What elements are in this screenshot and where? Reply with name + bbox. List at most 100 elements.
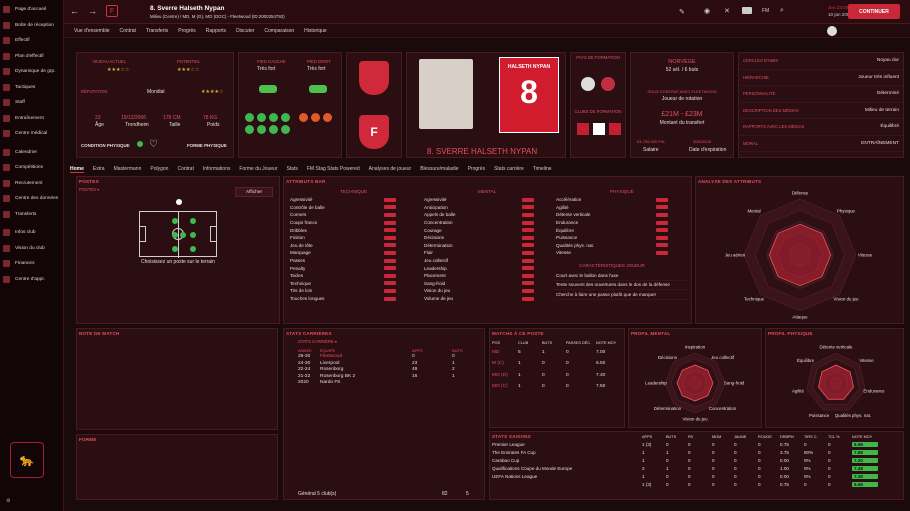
tab-3[interactable]: Polygon — [150, 166, 168, 172]
sidebar-item[interactable]: Finances — [0, 256, 63, 272]
season-row[interactable]: UEFA Nations League 1 0 0 0 0 0 0.00 0% 0 7.30 — [492, 473, 902, 481]
tab-10[interactable]: Blessure/maladie — [420, 166, 458, 172]
season-header: TIRS C. — [804, 435, 818, 440]
attribute-bar — [522, 250, 534, 255]
subnav-item[interactable]: Progrès — [178, 28, 196, 34]
dob-value: 19/12/2006 — [121, 115, 147, 121]
back-icon[interactable]: ← — [70, 6, 79, 16]
season-cell: 0 — [828, 466, 831, 471]
season-cell: 1 (3) — [642, 482, 652, 487]
sidebar-item[interactable]: Vision du club — [0, 241, 63, 257]
forward-icon[interactable]: → — [88, 6, 97, 16]
tab-8[interactable]: FM Stag Stats Powered — [307, 166, 360, 172]
sidebar-item[interactable]: Dynamique de grp. — [0, 64, 63, 80]
attribute-row: Flair — [424, 249, 534, 257]
sidebar-item[interactable]: Recrutement — [0, 176, 63, 192]
season-cell: 0 — [828, 450, 831, 455]
match-cell: 0 — [542, 361, 545, 367]
salary-value: £4,750,000 P/A — [637, 139, 665, 144]
pitch[interactable] — [139, 211, 217, 258]
tab-6[interactable]: Forme du Joueur — [239, 166, 277, 172]
attribute-label: Concentration — [424, 220, 453, 226]
career-row[interactable]: 21-22 Rosenborg BK 2 16 1 — [298, 373, 478, 380]
season-row[interactable]: The Emirates FA Cup 1 1 0 0 0 0 3.75 80% 0 7.68 — [492, 449, 902, 457]
career-row[interactable]: 29-30 Fleetwood 0 0 — [298, 354, 478, 361]
tab-9[interactable]: Analyses de joueur — [369, 166, 412, 172]
continue-button[interactable]: CONTINUER — [848, 4, 900, 19]
subnav-item[interactable]: Historique — [304, 28, 327, 34]
settings-icon[interactable]: ⚙ — [6, 498, 10, 504]
youtube-icon[interactable] — [742, 7, 752, 14]
career-row[interactable]: 2020 Nardo FK — [298, 380, 478, 387]
subnav-item[interactable]: Rapports — [206, 28, 226, 34]
sidebar-item[interactable]: Effectif — [0, 33, 63, 49]
sidebar-item[interactable]: Page d'accueil — [0, 2, 63, 18]
tab-1[interactable]: Extra — [93, 166, 105, 172]
season-cell: 0 — [734, 458, 737, 463]
season-row[interactable]: Carabao Cup 1 0 0 0 0 0 0.00 0% 0 7.20 — [492, 457, 902, 465]
sidebar-item[interactable]: Transferts — [0, 207, 63, 223]
sidebar-item[interactable]: Plan d'effectif — [0, 49, 63, 65]
season-cell: 1 — [642, 474, 645, 479]
search-icon[interactable]: ⌕ — [780, 7, 784, 15]
liverpool-icon — [577, 123, 589, 135]
actual-label: NIVEAU ACTUEL — [93, 59, 127, 64]
trait-label: HIÉRARCHIE — [743, 74, 769, 80]
season-cell: 0 — [734, 442, 737, 447]
sidebar-item[interactable]: Centre des données — [0, 191, 63, 207]
edit-icon[interactable]: ✎ — [679, 8, 685, 16]
subnav-item[interactable]: Vue d'ensemble — [74, 28, 110, 34]
tab-5[interactable]: Informations — [203, 166, 231, 172]
norway-badge-icon — [359, 61, 389, 95]
season-cell: 0 — [712, 450, 715, 455]
tab-13[interactable]: Timeline — [533, 166, 552, 172]
club-crest-icon[interactable]: F — [106, 5, 118, 17]
sidebar-item[interactable]: Tactiques — [0, 80, 63, 96]
season-cell: 0 — [828, 458, 831, 463]
sidebar-item[interactable]: Boîte de réception — [0, 18, 63, 34]
season-cell: 7.20 — [852, 458, 878, 463]
attribute-label: Finition — [290, 235, 305, 241]
radar-label: Vitesse — [859, 358, 874, 363]
tab-4[interactable]: Contrat — [177, 166, 193, 172]
subnav-item[interactable]: Comparaison — [264, 28, 294, 34]
match-header: PASSES DÉC. — [566, 341, 592, 346]
sidebar-item[interactable]: Centre médical — [0, 126, 63, 142]
subnav-item[interactable]: Transferts — [146, 28, 168, 34]
season-row[interactable]: Qualifications Coupe du Monde Europe 2 1 0 0… — [492, 465, 902, 473]
tab-7[interactable]: Stats — [286, 166, 297, 172]
twitter-icon[interactable]: ✕ — [724, 7, 730, 15]
career-row[interactable]: 22-24 Rosenborg 49 2 — [298, 367, 478, 374]
subnav-item[interactable]: Discuter — [236, 28, 254, 34]
avatar[interactable] — [827, 26, 837, 36]
sidebar-item[interactable]: Centre d'appr. — [0, 272, 63, 288]
career-dropdown[interactable]: STATS CARRIÈRE ▾ — [298, 339, 337, 344]
mental-radar: Inspiration Jeu collectif Sang-froid Concen… — [645, 345, 745, 422]
sidebar-item[interactable]: Compétitions — [0, 160, 63, 176]
subnav-item[interactable]: Contrat — [120, 28, 136, 34]
sidebar-item[interactable]: Infos club — [0, 225, 63, 241]
season-row[interactable]: 1 (3) 0 0 0 0 0 0.75 0 0 6.65 — [492, 481, 902, 489]
sidebar-item[interactable]: Calendrier — [0, 145, 63, 161]
tab-0[interactable]: Home — [70, 166, 84, 173]
attribute-label: Vitesse — [556, 250, 571, 256]
fm-icon[interactable]: FM — [762, 8, 769, 14]
sidebar-item[interactable]: Entraînement — [0, 111, 63, 127]
trait-row: HIÉRARCHIE Joueur très influent — [739, 70, 903, 86]
tab-2[interactable]: Mastermann — [114, 166, 142, 172]
season-cell: 0 — [758, 450, 761, 455]
attribute-row: Dribbles — [290, 226, 396, 234]
trait-label: RAPPORTS AVEC LES MÉDIAS — [743, 124, 805, 130]
show-dropdown[interactable]: Afficher — [235, 187, 273, 197]
radar-label: Défense — [792, 191, 809, 196]
tab-12[interactable]: Stats carrière — [494, 166, 524, 172]
season-row[interactable]: Premier League 1 (3) 0 0 0 0 0 0.75 0 0 6.95 — [492, 441, 902, 449]
sidebar-item[interactable]: Staff — [0, 95, 63, 111]
career-row[interactable]: 24-30 Liverpool 23 1 — [298, 360, 478, 367]
attribute-bar — [384, 296, 396, 301]
sidebar-item-label: Vision du club — [15, 245, 45, 251]
positions-dropdown[interactable]: POSTES ▾ — [79, 187, 99, 192]
tab-11[interactable]: Progrès — [468, 166, 486, 172]
reputation-label: RÉPUTATION — [81, 89, 108, 94]
owl-icon[interactable]: ◉ — [704, 7, 710, 15]
